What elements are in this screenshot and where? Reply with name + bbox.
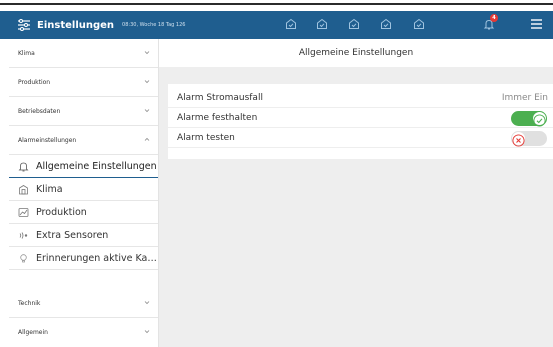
sidebar-section-label: Klima: [18, 49, 35, 57]
sidebar-item-produktion[interactable]: Produktion: [9, 201, 158, 224]
setting-row-alarm-testen: Alarm testen: [168, 129, 553, 148]
checkmark-icon: [533, 114, 546, 127]
setting-label: Alarm testen: [177, 133, 235, 143]
hamburger-menu-icon[interactable]: [531, 19, 542, 29]
close-icon: [512, 134, 525, 147]
settings-card: Alarm Stromausfall Immer Ein Alarme fest…: [168, 84, 553, 159]
header-title-area: Einstellungen 08:30, Woche 18 Tag 126: [17, 11, 185, 39]
setting-label: Alarm Stromausfall: [177, 93, 263, 103]
setting-label: Alarme festhalten: [177, 113, 258, 123]
bell-icon: [18, 162, 29, 171]
sidebar-section-label: Produktion: [18, 78, 51, 86]
sidebar-item-erinnerungen[interactable]: Erinnerungen aktive Kalender: [9, 247, 158, 270]
app-header: Einstellungen 08:30, Woche 18 Tag 126 4: [0, 11, 553, 39]
sidebar-section-label: Technik: [18, 299, 41, 307]
sidebar-section-klima[interactable]: Klima: [9, 39, 158, 68]
settings-sliders-icon[interactable]: [17, 19, 31, 31]
setting-row-alarme-festhalten: Alarme festhalten: [168, 109, 553, 128]
alarm-testen-toggle[interactable]: [511, 131, 547, 147]
sidebar-item-allgemeine-einstellungen[interactable]: Allgemeine Einstellungen: [9, 155, 158, 178]
house-check-icon[interactable]: [348, 18, 360, 30]
sidebar-item-klima[interactable]: Klima: [9, 178, 158, 201]
chevron-up-icon: [144, 137, 150, 141]
main-panel: Allgemeine Einstellungen Alarm Stromausf…: [159, 39, 553, 347]
page-title: Einstellungen: [37, 19, 115, 31]
window-top-border: [0, 0, 553, 5]
chart-icon: [18, 207, 29, 217]
sidebar-item-extra-sensoren[interactable]: Extra Sensoren: [9, 224, 158, 247]
sensor-icon: [19, 231, 28, 239]
house-check-icon[interactable]: [413, 18, 425, 30]
sidebar-item-label: Allgemeine Einstellungen: [36, 160, 157, 172]
chevron-down-icon: [144, 51, 150, 55]
house-check-icon[interactable]: [285, 18, 297, 30]
bulb-icon: [20, 253, 27, 262]
house-check-icon[interactable]: [380, 18, 392, 30]
sidebar-section-label: Allgemein: [18, 329, 48, 336]
chevron-down-icon: [144, 109, 150, 113]
main-title: Allgemeine Einstellungen: [159, 39, 553, 67]
sidebar-section-alarmeinstellungen[interactable]: Alarmeinstellungen: [9, 126, 158, 155]
chevron-down-icon: [144, 80, 150, 84]
sidebar-section-label: Alarmeinstellungen: [18, 136, 77, 144]
sidebar-section-technik[interactable]: Technik: [9, 289, 158, 318]
barn-icon: [19, 184, 28, 194]
setting-value[interactable]: Immer Ein: [502, 93, 548, 103]
notification-badge: 4: [490, 14, 498, 22]
toggle-knob: [533, 112, 546, 127]
alarme-festhalten-toggle[interactable]: [511, 111, 547, 127]
sidebar-item-label: Erinnerungen aktive Kalender: [36, 252, 158, 264]
sidebar-section-allgemein[interactable]: Allgemein: [9, 318, 158, 347]
header-datetime: 08:30, Woche 18 Tag 126: [122, 22, 186, 28]
setting-row-alarm-stromausfall[interactable]: Alarm Stromausfall Immer Ein: [168, 89, 553, 108]
sidebar-section-produktion[interactable]: Produktion: [9, 68, 158, 97]
toggle-knob: [512, 132, 525, 147]
chevron-down-icon: [144, 301, 150, 305]
sidebar-section-label: Betriebsdaten: [18, 107, 61, 115]
house-check-icon[interactable]: [316, 18, 328, 30]
sidebar-item-label: Klima: [36, 183, 63, 195]
chevron-down-icon: [144, 330, 150, 334]
sidebar-section-betriebsdaten[interactable]: Betriebsdaten: [9, 97, 158, 126]
sidebar-item-label: Extra Sensoren: [36, 229, 109, 241]
sidebar: Klima Produktion Betriebsdaten Alarmeins…: [9, 39, 158, 347]
sidebar-item-label: Produktion: [36, 206, 87, 218]
